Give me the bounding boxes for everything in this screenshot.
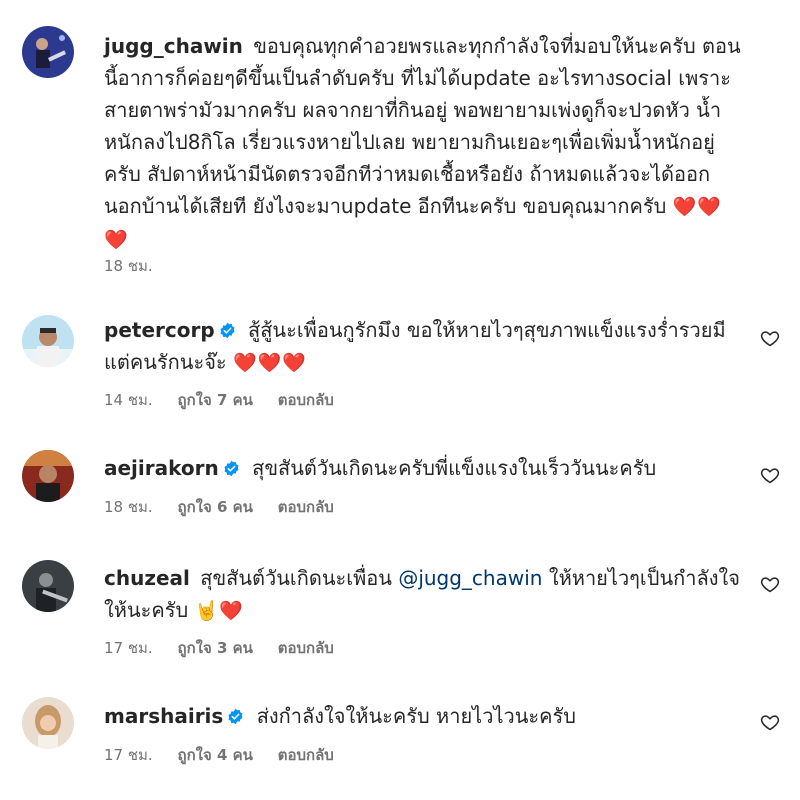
comment-username[interactable]: aejirakorn <box>104 456 219 480</box>
comment-body: ขอบคุณทุกคำอวยพรและทุกกำลังใจที่มอบให้นะ… <box>104 34 741 218</box>
comment-time: 18 ชม. <box>104 257 153 275</box>
verified-badge-icon <box>223 460 240 477</box>
comment-text: aejirakorn สุขสันต์วันเกิดนะครับพี่แข็งแ… <box>104 452 744 484</box>
heart-icon[interactable] <box>760 328 780 348</box>
comment-time: 17 ชม. <box>104 639 153 657</box>
comment-time: 18 ชม. <box>104 498 153 516</box>
comment-body: สุขสันต์วันเกิดนะเพื่อน <box>200 566 392 590</box>
comment-username[interactable]: jugg_chawin <box>104 34 243 58</box>
comment-likes[interactable]: ถูกใจ 3 คน <box>177 638 252 658</box>
comment-text: jugg_chawin ขอบคุณทุกคำอวยพรและทุกกำลังใ… <box>104 30 744 256</box>
comment-meta: 14 ชม. ถูกใจ 7 คน ตอบกลับ <box>104 390 354 410</box>
avatar[interactable] <box>22 560 74 612</box>
verified-badge-icon <box>227 708 244 725</box>
comment-time: 17 ชม. <box>104 746 153 764</box>
reply-button[interactable]: ตอบกลับ <box>278 638 334 658</box>
heart-icon[interactable] <box>760 574 780 594</box>
comment-likes[interactable]: ถูกใจ 6 คน <box>177 497 252 517</box>
avatar[interactable] <box>22 26 74 78</box>
avatar[interactable] <box>22 450 74 502</box>
comment-meta: 18 ชม. ถูกใจ 6 คน ตอบกลับ <box>104 497 354 517</box>
comment-text: chuzeal สุขสันต์วันเกิดนะเพื่อน @jugg_ch… <box>104 562 744 627</box>
comment-time: 14 ชม. <box>104 391 153 409</box>
reply-button[interactable]: ตอบกลับ <box>278 745 334 765</box>
heart-icon[interactable] <box>760 712 780 732</box>
mention-link[interactable]: @jugg_chawin <box>398 566 542 590</box>
rock-hand-and-heart-emoji: 🤘❤️ <box>194 600 244 622</box>
heart-icon[interactable] <box>760 465 780 485</box>
avatar[interactable] <box>22 697 74 749</box>
comment-username[interactable]: marshairis <box>104 704 223 728</box>
comment-likes[interactable]: ถูกใจ 4 คน <box>177 745 252 765</box>
comment-username[interactable]: chuzeal <box>104 566 190 590</box>
reply-button[interactable]: ตอบกลับ <box>278 390 334 410</box>
avatar[interactable] <box>22 315 74 367</box>
comment-meta: 18 ชม. <box>104 256 173 276</box>
comment-body: สุขสันต์วันเกิดนะครับพี่แข็งแรงในเร็ววัน… <box>252 456 657 480</box>
comment-meta: 17 ชม. ถูกใจ 4 คน ตอบกลับ <box>104 745 354 765</box>
comment-username[interactable]: petercorp <box>104 318 215 342</box>
comment-likes[interactable]: ถูกใจ 7 คน <box>177 390 252 410</box>
heart-emoji: ❤️❤️❤️ <box>233 352 307 374</box>
comment-meta: 17 ชม. ถูกใจ 3 คน ตอบกลับ <box>104 638 354 658</box>
comment-text: petercorp สู้สู้นะเพื่อนกูรักมึง ขอให้หา… <box>104 314 744 379</box>
reply-button[interactable]: ตอบกลับ <box>278 497 334 517</box>
comments-list: jugg_chawin ขอบคุณทุกคำอวยพรและทุกกำลังใ… <box>0 0 800 800</box>
comment-text: marshairis ส่งกำลังใจให้นะครับ หายไวไวนะ… <box>104 700 744 732</box>
comment-body: ส่งกำลังใจให้นะครับ หายไวไวนะครับ <box>256 704 576 728</box>
verified-badge-icon <box>219 322 236 339</box>
